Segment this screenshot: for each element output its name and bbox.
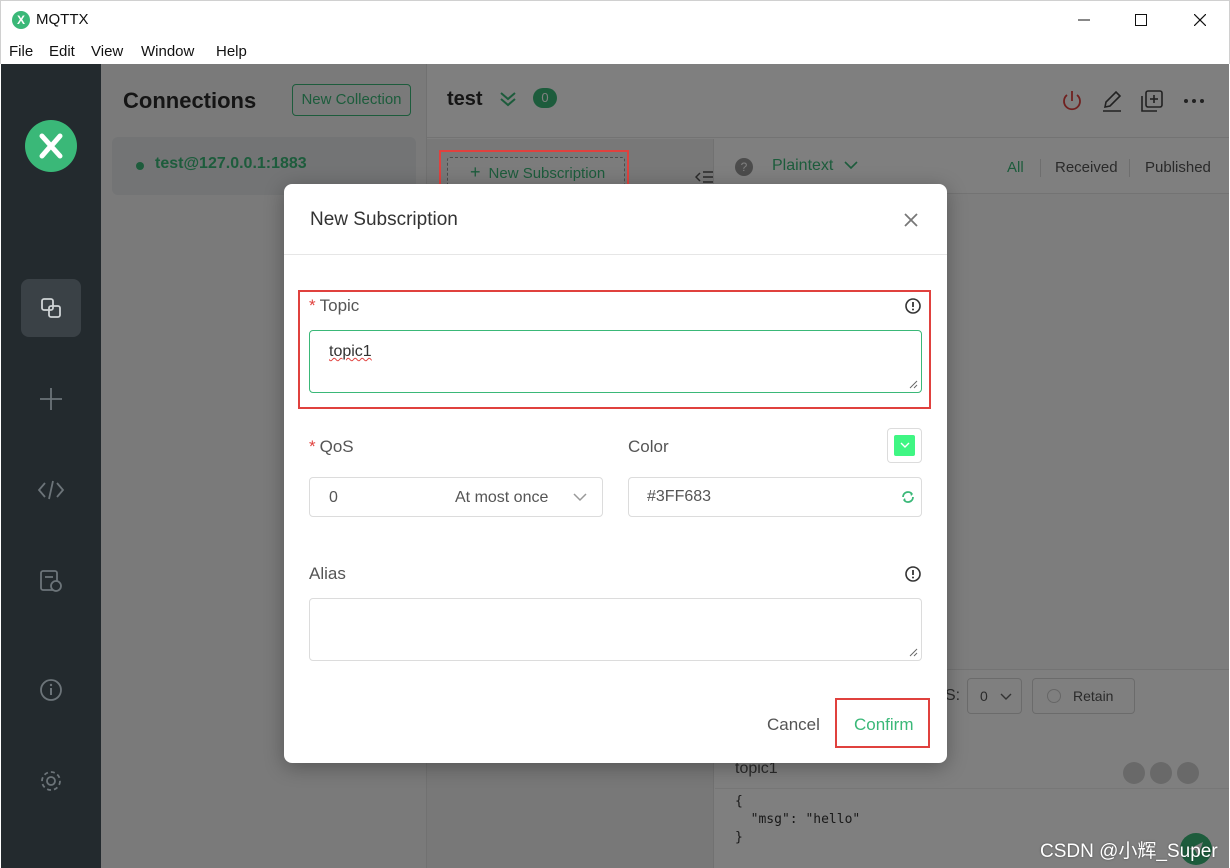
refresh-icon[interactable] xyxy=(901,490,915,504)
dialog-close-button[interactable] xyxy=(899,208,923,232)
chevron-down-icon xyxy=(900,442,909,448)
qos-description: At most once xyxy=(455,489,549,506)
color-picker-button[interactable] xyxy=(887,428,922,463)
qos-label: * QoS xyxy=(309,437,354,457)
window-title: MQTTX xyxy=(36,11,89,28)
new-subscription-dialog: New Subscription * Topic topic1 * QoS 0 At… xyxy=(284,184,947,763)
settings-icon xyxy=(41,771,61,791)
color-input[interactable]: #3FF683 xyxy=(628,477,922,517)
menu-file[interactable]: File xyxy=(9,43,33,60)
annotation-box-topic xyxy=(298,290,931,409)
required-marker: * xyxy=(309,437,316,456)
nav-settings[interactable] xyxy=(21,752,81,810)
minimize-button[interactable] xyxy=(1061,5,1107,35)
minimize-icon xyxy=(1078,19,1090,21)
qos-value: 0 xyxy=(329,489,338,506)
code-icon xyxy=(37,480,65,500)
menu-edit[interactable]: Edit xyxy=(49,43,75,60)
nav-log[interactable] xyxy=(21,552,81,610)
color-input-value: #3FF683 xyxy=(647,488,712,505)
annotation-box-confirm xyxy=(835,698,930,748)
plus-icon xyxy=(40,388,62,410)
menu-help[interactable]: Help xyxy=(216,43,247,60)
dialog-divider xyxy=(284,254,947,255)
nav-script[interactable] xyxy=(21,461,81,519)
cancel-button[interactable]: Cancel xyxy=(767,715,820,735)
close-icon xyxy=(1194,14,1206,26)
menu-view[interactable]: View xyxy=(91,43,123,60)
qos-select[interactable]: 0 At most once xyxy=(309,477,603,517)
maximize-button[interactable] xyxy=(1118,5,1164,35)
app-logo-icon: X xyxy=(12,11,30,29)
title-bar: X MQTTX xyxy=(0,0,1230,40)
menu-window[interactable]: Window xyxy=(141,43,194,60)
alias-input[interactable] xyxy=(309,598,922,661)
color-swatch xyxy=(894,435,915,456)
chevron-down-icon xyxy=(573,493,587,502)
menu-bar: File Edit View Window Help xyxy=(0,40,1230,64)
close-window-button[interactable] xyxy=(1177,5,1223,35)
left-nav xyxy=(1,64,101,868)
nav-new-connection[interactable] xyxy=(21,370,81,428)
alias-info-icon[interactable] xyxy=(905,566,921,582)
nav-connections[interactable] xyxy=(21,279,81,337)
close-icon xyxy=(904,213,918,227)
watermark: CSDN @小辉_Super xyxy=(1040,841,1218,862)
color-label: Color xyxy=(628,437,669,456)
connections-icon xyxy=(41,298,61,318)
maximize-icon xyxy=(1135,14,1147,26)
dialog-title: New Subscription xyxy=(310,209,458,230)
log-icon xyxy=(40,570,62,592)
info-icon xyxy=(40,679,62,701)
nav-about[interactable] xyxy=(21,661,81,719)
alias-label: Alias xyxy=(309,564,346,583)
qos-label-text: QoS xyxy=(319,437,354,456)
mqttx-logo-icon xyxy=(25,120,77,172)
resize-grip-icon[interactable] xyxy=(909,648,918,657)
